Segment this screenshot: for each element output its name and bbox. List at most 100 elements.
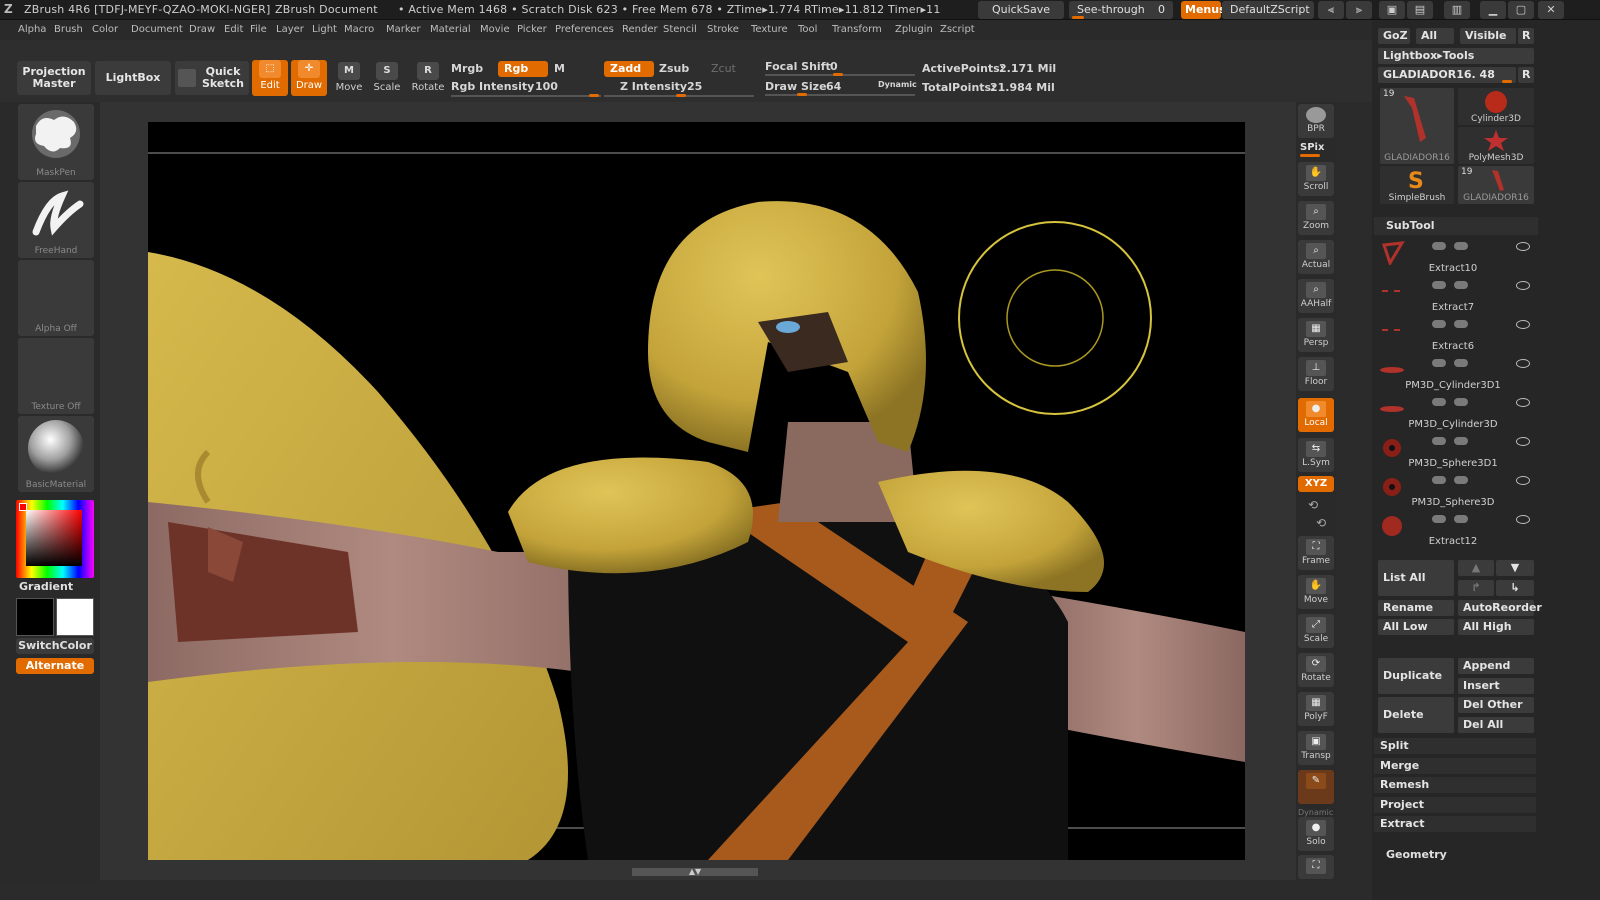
dynamic-toggle[interactable]: Dynamic xyxy=(878,80,917,89)
see-through-slider[interactable]: See-through 0 xyxy=(1069,1,1173,19)
subtool-controls[interactable] xyxy=(1432,359,1530,373)
duplicate-button[interactable]: Duplicate xyxy=(1378,658,1454,694)
lightbox-tools-button[interactable]: Lightbox▸Tools xyxy=(1378,48,1534,64)
zadd-toggle[interactable]: Zadd xyxy=(604,61,654,77)
switch-color-button[interactable]: SwitchColor xyxy=(16,638,94,654)
xpose-button[interactable]: ⛶ xyxy=(1298,855,1334,879)
lsym-button[interactable]: ⇆ L.Sym xyxy=(1298,438,1334,472)
subtool-item-pm3d-cylinder3d[interactable]: PM3D_Cylinder3D xyxy=(1376,394,1530,433)
goz-all-button[interactable]: All xyxy=(1416,28,1454,44)
menu-transform[interactable]: Transform xyxy=(832,24,882,35)
menu-render[interactable]: Render xyxy=(622,24,658,35)
all-low-button[interactable]: All Low xyxy=(1378,619,1454,635)
insert-button[interactable]: Insert xyxy=(1458,678,1534,694)
autoreorder-button[interactable]: AutoReorder xyxy=(1458,600,1542,616)
color-marker[interactable] xyxy=(19,503,27,511)
current-tool-slider[interactable]: GLADIADOR16. 48 xyxy=(1378,67,1516,83)
eye-icon[interactable] xyxy=(1516,242,1530,251)
layout-icon-1[interactable]: ▣ xyxy=(1379,1,1405,19)
menu-stroke[interactable]: Stroke xyxy=(707,24,739,35)
menu-stencil[interactable]: Stencil xyxy=(663,24,697,35)
menu-light[interactable]: Light xyxy=(312,24,337,35)
zoom-button[interactable]: ⌕ Zoom xyxy=(1298,201,1334,235)
menu-file[interactable]: File xyxy=(250,24,267,35)
floor-button[interactable]: ⊥ Floor xyxy=(1298,357,1334,391)
append-button[interactable]: Append xyxy=(1458,658,1534,674)
draw-mode-button[interactable]: ✛ Draw xyxy=(291,60,327,96)
aahalf-button[interactable]: ⌕ AAHalf xyxy=(1298,279,1334,313)
eye-icon[interactable] xyxy=(1516,359,1530,368)
tool-thumb-polymesh3d[interactable]: PolyMesh3D xyxy=(1458,127,1534,164)
quicksave-button[interactable]: QuickSave xyxy=(978,1,1064,19)
menu-layer[interactable]: Layer xyxy=(276,24,304,35)
current-tool-knob[interactable] xyxy=(1502,80,1512,83)
visibility-dot[interactable] xyxy=(1432,515,1446,523)
secondary-color-swatch[interactable] xyxy=(56,598,94,636)
eye-icon[interactable] xyxy=(1516,437,1530,446)
z-intensity-knob[interactable] xyxy=(676,94,686,97)
material-selector[interactable]: BasicMaterial xyxy=(18,416,94,492)
lock-icon[interactable]: ▥ xyxy=(1444,1,1470,19)
visibility-dot[interactable] xyxy=(1432,320,1446,328)
edit-mode-button[interactable]: ⬚ Edit xyxy=(252,60,288,96)
default-zscript-button[interactable]: DefaultZScript xyxy=(1222,1,1314,19)
tool-thumb-gladiador-2[interactable]: 19 GLADIADOR16 xyxy=(1458,166,1534,204)
tool-thumb-cylinder3d[interactable]: Cylinder3D xyxy=(1458,88,1534,125)
alternate-button[interactable]: Alternate xyxy=(16,658,94,674)
menu-edit[interactable]: Edit xyxy=(224,24,243,35)
alpha-selector[interactable]: Alpha Off xyxy=(18,260,94,336)
move-up-button[interactable]: ▲ xyxy=(1458,560,1494,576)
del-other-button[interactable]: Del Other xyxy=(1458,697,1534,713)
visibility-dot[interactable] xyxy=(1432,437,1446,445)
menu-color[interactable]: Color xyxy=(92,24,118,35)
polyf-button[interactable]: ▦ PolyF xyxy=(1298,692,1334,726)
rotate-axis-icon-1[interactable]: ⟲ xyxy=(1308,498,1318,512)
subtool-header[interactable]: SubTool xyxy=(1374,217,1538,235)
menu-zplugin[interactable]: Zplugin xyxy=(895,24,933,35)
color-picker[interactable] xyxy=(16,500,94,578)
visibility-dot[interactable] xyxy=(1432,242,1446,250)
delete-button[interactable]: Delete xyxy=(1378,697,1454,733)
eye-icon[interactable] xyxy=(1516,476,1530,485)
subtool-item-extract6[interactable]: Extract6 xyxy=(1376,316,1530,355)
menu-alpha[interactable]: Alpha xyxy=(18,24,46,35)
rename-button[interactable]: Rename xyxy=(1378,600,1454,616)
eye-icon[interactable] xyxy=(1516,281,1530,290)
subtool-controls[interactable] xyxy=(1432,476,1530,490)
menus-button[interactable]: Menus xyxy=(1181,1,1226,19)
visibility-dot[interactable] xyxy=(1432,281,1446,289)
menu-picker[interactable]: Picker xyxy=(517,24,547,35)
visibility-dot[interactable] xyxy=(1454,281,1468,289)
menu-texture[interactable]: Texture xyxy=(751,24,788,35)
m-toggle[interactable]: M xyxy=(554,62,565,75)
rgb-intensity-knob[interactable] xyxy=(589,94,599,97)
zcut-toggle[interactable]: Zcut xyxy=(711,62,736,75)
stroke-selector[interactable]: FreeHand xyxy=(18,182,94,258)
menu-draw[interactable]: Draw xyxy=(189,24,215,35)
menu-material[interactable]: Material xyxy=(430,24,471,35)
main-color-swatch[interactable] xyxy=(16,598,54,636)
minimize-icon[interactable]: ▁ xyxy=(1480,1,1506,19)
merge-section[interactable]: Merge xyxy=(1374,758,1536,774)
focal-shift-knob[interactable] xyxy=(833,73,843,76)
spix-label[interactable]: SPix xyxy=(1300,142,1324,153)
menu-zscript[interactable]: Zscript xyxy=(940,24,975,35)
menu-marker[interactable]: Marker xyxy=(386,24,421,35)
zsub-toggle[interactable]: Zsub xyxy=(659,62,689,75)
scroll-button[interactable]: ✋ Scroll xyxy=(1298,162,1334,196)
document-canvas[interactable] xyxy=(148,122,1245,860)
lightbox-button[interactable]: LightBox xyxy=(95,61,171,95)
eye-icon[interactable] xyxy=(1516,320,1530,329)
local-button[interactable]: ● Local xyxy=(1298,398,1334,432)
frame-button[interactable]: ⛶ Frame xyxy=(1298,536,1334,570)
split-section[interactable]: Split xyxy=(1374,738,1536,754)
visibility-dot[interactable] xyxy=(1454,515,1468,523)
move-view-button[interactable]: ✋ Move xyxy=(1298,575,1334,609)
brush-selector[interactable]: MaskPen xyxy=(18,104,94,180)
visibility-dot[interactable] xyxy=(1432,476,1446,484)
goz-button[interactable]: GoZ xyxy=(1378,28,1410,44)
move-mode-button[interactable]: M Move xyxy=(329,62,369,98)
rgb-toggle[interactable]: Rgb xyxy=(498,61,548,77)
rotate-view-button[interactable]: ⟳ Rotate xyxy=(1298,653,1334,687)
mrgb-toggle[interactable]: Mrgb xyxy=(451,62,483,75)
